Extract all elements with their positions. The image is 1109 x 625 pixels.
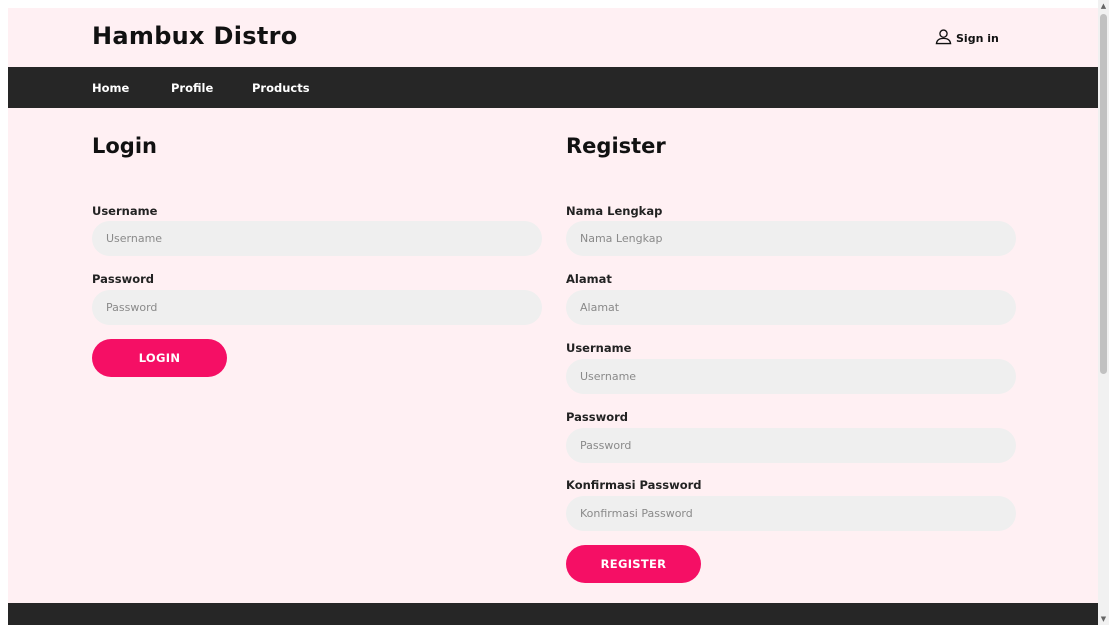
register-username-input[interactable] [566, 359, 1016, 394]
scroll-up-icon[interactable]: ▲ [1098, 0, 1109, 12]
main-nav: Home Profile Products [8, 67, 1098, 108]
scrollbar-thumb[interactable] [1100, 14, 1107, 374]
signin-link[interactable]: Sign in [935, 28, 999, 48]
scroll-down-icon[interactable]: ▼ [1098, 613, 1109, 625]
register-password-label: Password [566, 410, 628, 424]
login-title: Login [92, 134, 157, 158]
register-confirm-password-input[interactable] [566, 496, 1016, 531]
page: Hambux Distro Sign in Home Profile Produ… [8, 8, 1098, 625]
login-password-input[interactable] [92, 290, 542, 325]
register-address-input[interactable] [566, 290, 1016, 325]
user-icon [935, 28, 952, 48]
register-fullname-input[interactable] [566, 221, 1016, 256]
site-footer [8, 603, 1098, 625]
register-fullname-label: Nama Lengkap [566, 204, 663, 218]
nav-home[interactable]: Home [92, 81, 129, 95]
register-address-label: Alamat [566, 272, 612, 286]
site-header: Hambux Distro Sign in [8, 8, 1098, 67]
login-button[interactable]: LOGIN [92, 339, 227, 377]
brand-logo[interactable]: Hambux Distro [92, 22, 298, 50]
login-username-label: Username [92, 204, 158, 218]
register-confirm-password-label: Konfirmasi Password [566, 478, 702, 492]
nav-profile[interactable]: Profile [171, 81, 213, 95]
vertical-scrollbar[interactable]: ▲ ▼ [1098, 0, 1109, 625]
signin-label: Sign in [956, 31, 999, 45]
register-username-label: Username [566, 341, 632, 355]
login-username-input[interactable] [92, 221, 542, 256]
login-password-label: Password [92, 272, 154, 286]
register-password-input[interactable] [566, 428, 1016, 463]
register-button[interactable]: REGISTER [566, 545, 701, 583]
register-title: Register [566, 134, 666, 158]
nav-products[interactable]: Products [252, 81, 310, 95]
